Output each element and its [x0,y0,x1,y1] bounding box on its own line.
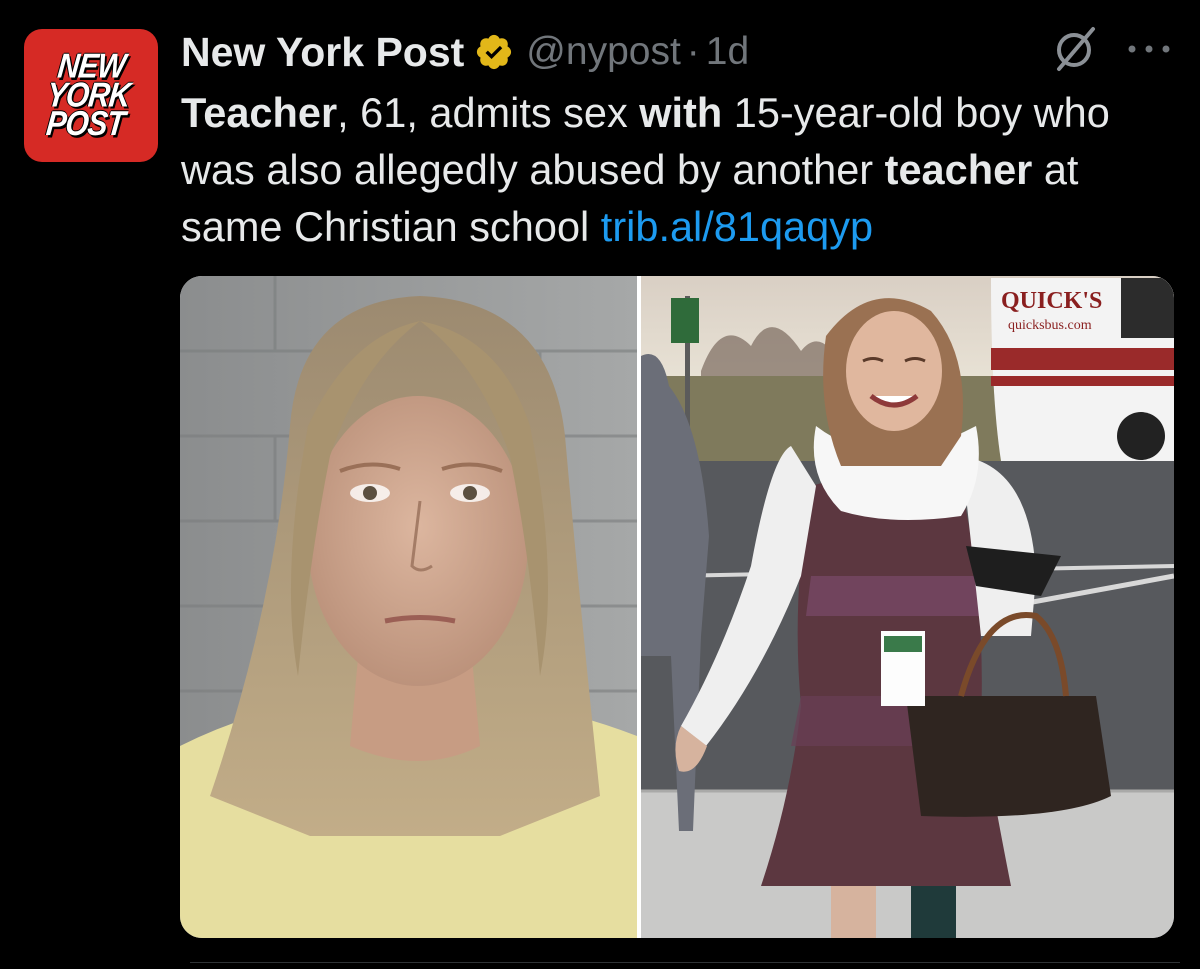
tweet-link[interactable]: trib.al/81qaqyp [601,203,873,250]
tweet-media[interactable] [180,276,1174,938]
tweet-text-segment: , 61, admits sex [337,89,640,136]
timestamp[interactable]: 1d [706,30,749,74]
more-options-icon[interactable] [1125,37,1173,61]
account-handle[interactable]: @nypost [526,30,681,74]
nypost-logo-text: NEW YORK POST [44,47,132,144]
separator-dot: · [686,30,700,73]
tweet-text-bold: Teacher [181,89,338,136]
tweet-text-bold: teacher [884,146,1033,193]
verified-badge-icon[interactable] [474,32,514,72]
tweet-text: Teacher, 61, admits sex with 15-year-old… [181,84,1181,255]
tweet-text-bold: with [639,89,723,136]
grok-icon[interactable] [1049,25,1101,73]
bus-sign-text: QUICK'S [1001,288,1103,314]
tweet-header: New York Post @nypost · 1d [181,24,749,80]
outdoor-photo[interactable] [641,276,1174,938]
account-name[interactable]: New York Post [181,29,464,76]
mugshot-photo[interactable] [180,276,637,938]
bus-url-text: quicksbus.com [1008,318,1092,333]
avatar[interactable]: NEW YORK POST [24,29,158,162]
